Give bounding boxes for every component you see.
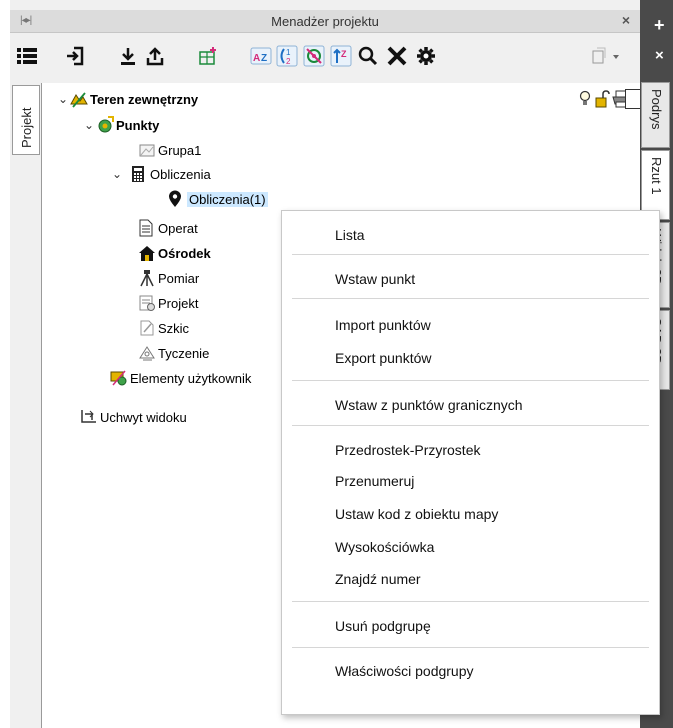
- menu-item-export[interactable]: Export punktów: [335, 350, 432, 366]
- menu-item-ustaw-kod[interactable]: Ustaw kod z obiektu mapy: [335, 506, 498, 522]
- tree-label-obliczenia1: Obliczenia(1): [187, 191, 268, 207]
- tree-node-obliczenia[interactable]: ⌄ Obliczenia: [110, 164, 211, 184]
- menu-item-lista[interactable]: Lista: [335, 227, 365, 243]
- tree-label-tyczenie: Tyczenie: [158, 345, 210, 361]
- house-icon: [138, 244, 156, 262]
- bulb-icon[interactable]: [578, 90, 592, 111]
- tree-label-pomiar: Pomiar: [158, 270, 200, 286]
- upload-icon[interactable]: [142, 43, 168, 69]
- panel-titlebar: |◂▸| Menadżer projektu ×: [10, 10, 640, 33]
- tree-node-teren[interactable]: ⌄ Teren zewnętrzny: [56, 89, 198, 109]
- menu-separator: [292, 254, 649, 255]
- tree-node-szkic[interactable]: Szkic: [138, 318, 189, 338]
- left-tab-strip: [10, 83, 40, 728]
- menu-separator: [292, 425, 649, 426]
- left-margin: [0, 0, 10, 728]
- lock-open-icon[interactable]: [595, 90, 611, 111]
- menu-separator: [292, 647, 649, 648]
- tree-label-obliczenia: Obliczenia: [150, 166, 211, 182]
- menu-separator: [292, 298, 649, 299]
- tab-podrys-label: Podrys: [649, 89, 664, 130]
- tree-label-teren: Teren zewnętrzny: [90, 91, 199, 107]
- tripod-icon: [138, 269, 156, 287]
- project-doc-icon: [138, 294, 156, 312]
- tree-label-szkic: Szkic: [158, 320, 190, 336]
- map-pin-icon: [167, 190, 185, 208]
- tree-label-projekt: Projekt: [158, 295, 199, 311]
- tree-label-uchwyt: Uchwyt widoku: [100, 409, 187, 425]
- settings-icon[interactable]: [413, 43, 439, 69]
- close-panel-button[interactable]: ×: [622, 12, 630, 28]
- tab-projekt[interactable]: Projekt: [12, 85, 40, 155]
- document-icon: [138, 219, 156, 237]
- terrain-icon: [70, 90, 88, 108]
- menu-separator: [292, 601, 649, 602]
- tree-node-tyczenie[interactable]: Tyczenie: [138, 343, 209, 363]
- dropdown-tool-icon[interactable]: [590, 43, 626, 69]
- tree-label-elementy: Elementy użytkownik: [130, 370, 252, 386]
- menu-item-wysokosciowka[interactable]: Wysokościówka: [335, 539, 434, 555]
- chevron-down-icon[interactable]: ⌄: [82, 118, 96, 132]
- download-icon[interactable]: [115, 43, 141, 69]
- menu-item-przedrostek[interactable]: Przedrostek-Przyrostek: [335, 442, 480, 458]
- context-menu: Lista Wstaw punkt Import punktów Export …: [281, 210, 660, 715]
- menu-item-wlasciwosci[interactable]: Właściwości podgrupy: [335, 663, 474, 679]
- tree-label-operat: Operat: [158, 220, 198, 236]
- points-target-icon: [96, 116, 114, 134]
- calculator-icon: [130, 165, 148, 183]
- svg-text:A: A: [253, 53, 260, 64]
- tree-node-osrodek[interactable]: Ośrodek: [138, 243, 211, 263]
- user-elements-icon: [110, 369, 128, 387]
- tree-node-grupa1[interactable]: Grupa1: [138, 140, 201, 160]
- tree-label-grupa1: Grupa1: [158, 142, 202, 158]
- sketch-icon: [138, 319, 156, 337]
- menu-item-znajdz-numer[interactable]: Znajdź numer: [335, 571, 421, 587]
- tab-projekt-label: Projekt: [19, 107, 34, 148]
- view-handle-icon: [80, 408, 98, 426]
- tree-node-obliczenia1[interactable]: Obliczenia(1): [167, 189, 268, 209]
- tree-node-punkty[interactable]: ⌄ Punkty: [82, 115, 159, 135]
- tree-label-osrodek: Ośrodek: [158, 245, 211, 261]
- svg-text:2: 2: [286, 57, 291, 66]
- menu-item-import[interactable]: Import punktów: [335, 317, 431, 333]
- menu-item-przenumeruj[interactable]: Przenumeruj: [335, 473, 414, 489]
- tree-node-pomiar[interactable]: Pomiar: [138, 268, 199, 288]
- tree-label-punkty: Punkty: [116, 117, 160, 133]
- tree-node-elementy[interactable]: Elementy użytkownik: [110, 368, 251, 388]
- close-dock-button[interactable]: ×: [655, 47, 664, 64]
- renumber-icon[interactable]: 12: [274, 43, 300, 69]
- toolbar: AZ 12 Z: [10, 33, 640, 83]
- list-icon[interactable]: [14, 43, 40, 69]
- chevron-down-icon[interactable]: ⌄: [110, 167, 124, 181]
- menu-item-wstaw-graniczne[interactable]: Wstaw z punktów granicznych: [335, 397, 523, 413]
- search-icon[interactable]: [355, 43, 381, 69]
- add-table-icon[interactable]: [195, 43, 221, 69]
- chevron-down-icon[interactable]: ⌄: [56, 92, 70, 106]
- group-icon: [138, 141, 156, 159]
- add-panel-button[interactable]: +: [654, 15, 665, 36]
- tree-node-projekt[interactable]: Projekt: [138, 293, 198, 313]
- staking-icon: [138, 344, 156, 362]
- delete-icon[interactable]: [384, 43, 410, 69]
- svg-text:Z: Z: [341, 49, 347, 59]
- panel-title: Menadżer projektu: [271, 14, 379, 29]
- import-icon[interactable]: [62, 43, 88, 69]
- tab-rzut1-label: Rzut 1: [649, 157, 664, 195]
- tab-podrys[interactable]: Podrys: [641, 82, 670, 148]
- tree-node-uchwyt[interactable]: Uchwyt widoku: [80, 407, 187, 427]
- sort-az-icon[interactable]: AZ: [248, 43, 274, 69]
- target-icon[interactable]: [301, 43, 327, 69]
- svg-text:Z: Z: [261, 53, 267, 64]
- menu-item-wstaw-punkt[interactable]: Wstaw punkt: [335, 271, 415, 287]
- menu-separator: [292, 380, 649, 381]
- menu-item-usun-podgrupe[interactable]: Usuń podgrupę: [335, 618, 431, 634]
- tree-node-operat[interactable]: Operat: [138, 218, 198, 238]
- svg-text:1: 1: [286, 48, 291, 57]
- sort-numeric-icon[interactable]: Z: [328, 43, 354, 69]
